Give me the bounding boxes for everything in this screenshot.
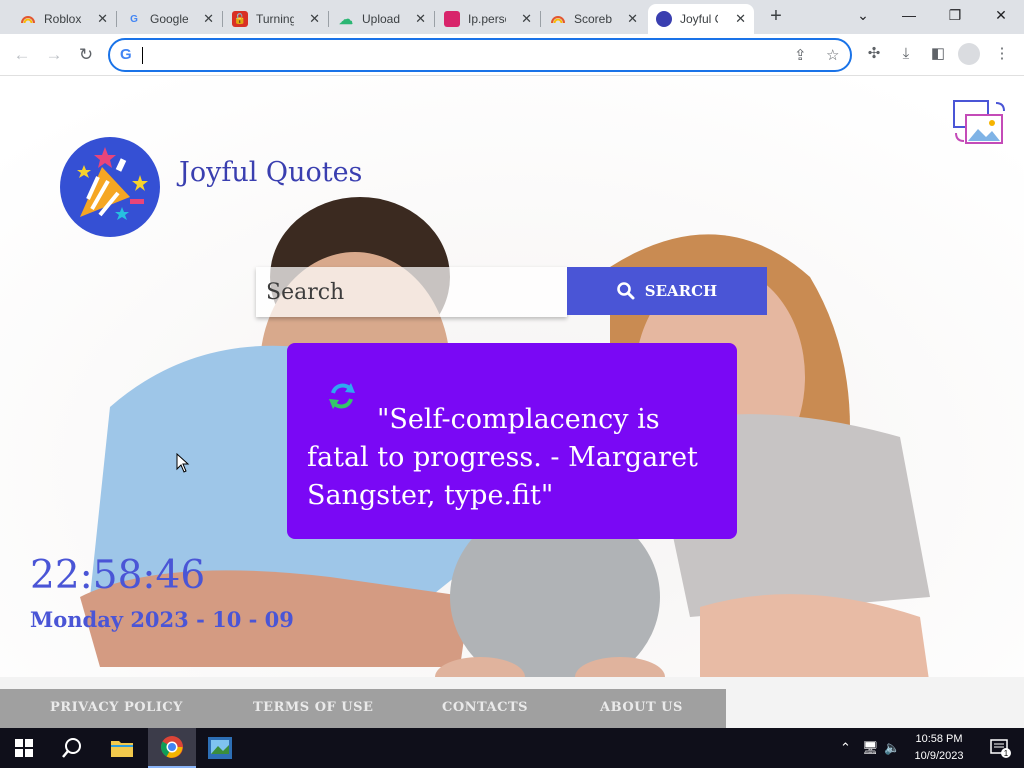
- folder-icon: [111, 741, 133, 757]
- footer-link-privacy-policy[interactable]: PRIVACY POLICY: [50, 700, 183, 715]
- new-tab-button[interactable]: +: [762, 5, 790, 29]
- search-input[interactable]: [256, 267, 567, 317]
- tab-search-icon[interactable]: ⌄: [843, 4, 883, 28]
- close-tab-icon[interactable]: ✕: [415, 11, 426, 27]
- tab-title: Scorebo: [574, 12, 612, 26]
- search-button[interactable]: [48, 728, 96, 768]
- tab-scoreboard[interactable]: Scorebo ✕: [542, 4, 646, 34]
- bookmark-star-icon[interactable]: ☆: [826, 46, 839, 64]
- system-time: 10:58 PM: [915, 733, 963, 745]
- tab-strip: Roblox I ✕ G Google ✕ 🔓 Turning ✕ ☁ Uplo…: [0, 0, 1024, 34]
- tab-separator: [328, 11, 329, 27]
- quote-text: "Self-complacency is fatal to progress. …: [307, 404, 698, 511]
- address-bar[interactable]: G ⇪ ☆: [108, 38, 852, 72]
- party-icon: [656, 11, 672, 27]
- download-icon[interactable]: ⤓: [896, 44, 916, 64]
- profile-icon[interactable]: [958, 43, 980, 65]
- tab-turning[interactable]: 🔓 Turning ✕: [224, 4, 329, 34]
- share-icon[interactable]: ⇪: [794, 46, 807, 64]
- close-tab-icon[interactable]: ✕: [203, 11, 214, 27]
- windows-logo-icon: [15, 739, 33, 757]
- chrome-icon: [161, 736, 183, 758]
- notifications-button[interactable]: 1: [976, 728, 1024, 768]
- text-caret: [142, 47, 143, 64]
- show-hidden-icons-icon[interactable]: ⌃: [840, 740, 851, 756]
- notification-count: 1: [1004, 749, 1009, 758]
- file-explorer-button[interactable]: [98, 728, 146, 768]
- tab-google[interactable]: G Google ✕: [118, 4, 223, 34]
- tab-separator: [116, 11, 117, 27]
- upload-icon: ☁: [339, 10, 353, 27]
- photos-taskbar-button[interactable]: [196, 728, 244, 768]
- minimize-button[interactable]: —: [889, 4, 929, 28]
- close-window-button[interactable]: ✕: [981, 4, 1021, 28]
- tab-title: Ip.perso: [468, 12, 506, 26]
- web-page: Joyful Quotes SEARCH "Self-complacency i…: [0, 77, 1024, 728]
- reload-icon[interactable]: ↻: [74, 43, 98, 67]
- windows-taskbar: ⌃ 🖥 🔈 10:58 PM 10/9/2023 1: [0, 728, 1024, 768]
- search-icon: [616, 282, 635, 300]
- browser-toolbar: ← → ↻ G ⇪ ☆ ✣ ⤓ ◧ ⋮: [0, 34, 1024, 76]
- tab-title: Roblox I: [44, 12, 82, 26]
- volume-muted-icon[interactable]: 🔈: [884, 740, 900, 756]
- close-tab-icon[interactable]: ✕: [97, 11, 108, 27]
- search-button[interactable]: SEARCH: [567, 267, 767, 315]
- restore-button[interactable]: ❐: [935, 4, 975, 28]
- footer-nav: PRIVACY POLICY TERMS OF USE CONTACTS ABO…: [0, 689, 726, 728]
- google-icon: G: [120, 46, 132, 63]
- chrome-taskbar-button[interactable]: [148, 728, 196, 768]
- network-icon[interactable]: 🖥: [862, 740, 879, 756]
- system-date: 10/9/2023: [914, 750, 964, 762]
- ip-icon: [444, 11, 460, 27]
- close-tab-icon[interactable]: ✕: [521, 11, 532, 27]
- back-icon[interactable]: ←: [10, 43, 34, 67]
- extensions-icon[interactable]: ✣: [864, 44, 884, 64]
- image-gallery-icon[interactable]: [952, 99, 1006, 147]
- rainbow-icon: [550, 11, 566, 27]
- google-icon: G: [130, 13, 138, 25]
- menu-icon[interactable]: ⋮: [992, 44, 1012, 64]
- quote-card: "Self-complacency is fatal to progress. …: [287, 343, 737, 539]
- lock-icon: 🔓: [232, 11, 248, 27]
- mouse-cursor-icon: [176, 453, 190, 473]
- close-tab-icon[interactable]: ✕: [627, 11, 638, 27]
- system-clock[interactable]: 10:58 PM 10/9/2023: [904, 731, 974, 765]
- footer-link-terms-of-use[interactable]: TERMS OF USE: [253, 700, 373, 715]
- search-button-label: SEARCH: [644, 282, 718, 300]
- tab-ip-person[interactable]: Ip.perso ✕: [436, 4, 541, 34]
- side-panel-icon[interactable]: ◧: [928, 44, 948, 64]
- site-title: Joyful Quotes: [179, 157, 363, 188]
- clock-date: Monday 2023 - 10 - 09: [30, 607, 294, 632]
- search-icon: [62, 738, 81, 758]
- notification-icon: 1: [990, 739, 1011, 758]
- footer-link-about-us[interactable]: ABOUT US: [600, 700, 683, 715]
- tab-roblox[interactable]: Roblox I ✕: [12, 4, 117, 34]
- close-tab-icon[interactable]: ✕: [309, 11, 320, 27]
- photos-app-icon: [208, 737, 232, 759]
- tab-upload[interactable]: ☁ Upload ✕: [330, 4, 435, 34]
- tab-separator: [222, 11, 223, 27]
- clock-time: 22:58:46: [30, 553, 206, 598]
- start-button[interactable]: [0, 728, 48, 768]
- tab-separator: [434, 11, 435, 27]
- tab-title: Google: [150, 12, 188, 26]
- footer-link-contacts[interactable]: CONTACTS: [442, 700, 528, 715]
- party-popper-logo: [60, 137, 160, 237]
- close-tab-icon[interactable]: ✕: [735, 11, 746, 27]
- tab-joyful-quotes[interactable]: Joyful C ✕: [648, 4, 754, 34]
- tab-title: Turning: [256, 12, 294, 26]
- tab-separator: [540, 11, 541, 27]
- tab-title: Upload: [362, 12, 400, 26]
- rainbow-icon: [20, 11, 36, 27]
- tab-title: Joyful C: [680, 12, 718, 26]
- forward-icon[interactable]: →: [42, 43, 66, 67]
